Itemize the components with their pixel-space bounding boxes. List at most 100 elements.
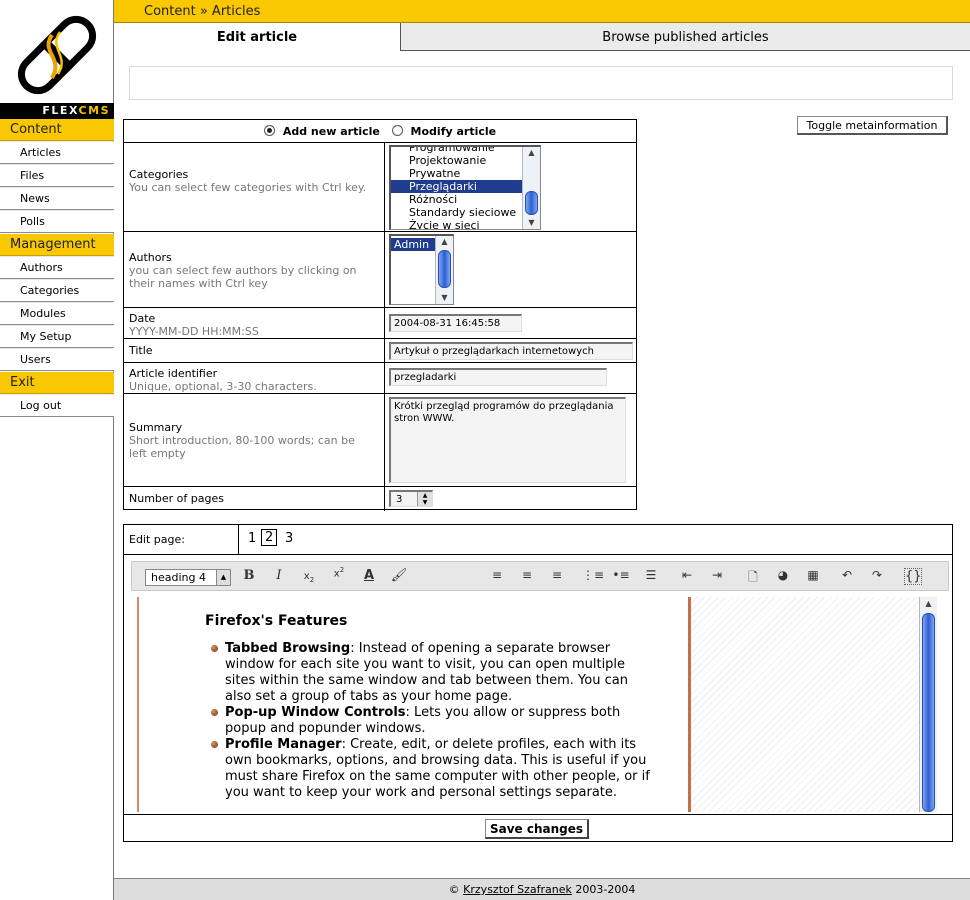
- heading-select[interactable]: heading 4 ▲: [145, 569, 231, 586]
- page-editor: Edit page: 1 2 3 heading 4 ▲ B I x2 x2 A…: [123, 524, 953, 842]
- sidebar-item-my-setup[interactable]: My Setup: [0, 325, 114, 348]
- date-help: YYYY-MM-DD HH:MM:SS: [129, 325, 259, 338]
- scroll-thumb[interactable]: [438, 250, 451, 288]
- sidebar-item-articles[interactable]: Articles: [0, 141, 114, 164]
- scroll-down-icon[interactable]: ▼: [436, 292, 453, 304]
- redo-icon[interactable]: ↷: [868, 568, 886, 582]
- sidebar-item-authors[interactable]: Authors: [0, 256, 114, 279]
- category-option[interactable]: Standardy sieciowe: [391, 206, 523, 219]
- authors-help: you can select few authors by clicking o…: [129, 264, 357, 290]
- scroll-up-icon[interactable]: ▲: [523, 147, 540, 159]
- save-bar: Save changes: [124, 814, 952, 841]
- authors-scrollbar[interactable]: ▲ ▼: [435, 236, 453, 304]
- editor-content-area[interactable]: ▲ Firefox's Features Tabbed Browsing: In…: [135, 597, 949, 812]
- ordered-list-icon[interactable]: ⋮≡: [582, 568, 604, 582]
- pages-stepper[interactable]: 3 ▲ ▼: [389, 490, 433, 507]
- tab-browse-published[interactable]: Browse published articles: [401, 23, 970, 51]
- authors-listbox[interactable]: Admin ▲ ▼: [389, 234, 454, 305]
- editor-margin: [691, 597, 919, 812]
- summary-label: Summary: [129, 421, 183, 434]
- editor-toolbar: heading 4 ▲ B I x2 x2 A 🖌 ≡ ≡ ≡ ⋮≡ •≡ ☰ …: [131, 561, 949, 591]
- identifier-row: Article identifier Unique, optional, 3-3…: [124, 363, 636, 394]
- align-left-icon[interactable]: ≡: [488, 568, 506, 582]
- unordered-list-icon[interactable]: •≡: [612, 568, 630, 582]
- date-input[interactable]: 2004-08-31 16:45:58: [389, 314, 522, 332]
- sidebar-item-users[interactable]: Users: [0, 348, 114, 371]
- scroll-up-icon[interactable]: ▲: [920, 599, 937, 608]
- category-option-selected[interactable]: Przeglądarki: [391, 180, 523, 193]
- summary-row: Summary Short introduction, 80-100 words…: [124, 394, 636, 487]
- sidebar-item-modules[interactable]: Modules: [0, 302, 114, 325]
- modify-label: Modify article: [410, 125, 497, 138]
- category-option[interactable]: Życie w sieci: [391, 219, 523, 229]
- sidebar-item-log-out[interactable]: Log out: [0, 394, 114, 417]
- italic-icon[interactable]: I: [270, 568, 288, 583]
- category-option[interactable]: Projektowanie: [391, 154, 523, 167]
- page-link-1[interactable]: 1: [248, 531, 256, 546]
- categories-listbox[interactable]: Programowanie Projektowanie Prywatne Prz…: [389, 145, 541, 230]
- sidebar-item-polls[interactable]: Polls: [0, 210, 114, 233]
- category-option[interactable]: Prywatne: [391, 167, 523, 180]
- text-color-icon[interactable]: A: [360, 568, 378, 583]
- add-new-radio[interactable]: [264, 125, 275, 136]
- pages-label: Number of pages: [129, 492, 224, 505]
- categories-label: Categories: [129, 168, 189, 181]
- categories-help: You can select few categories with Ctrl …: [129, 181, 367, 194]
- indent-icon[interactable]: ⇥: [708, 568, 726, 582]
- indent-list-icon[interactable]: ☰: [642, 568, 660, 582]
- sidebar: FLEXCMS Content Articles Files News Poll…: [0, 0, 114, 900]
- category-option[interactable]: Programowanie: [391, 147, 523, 154]
- tab-bar: Edit article Browse published articles: [114, 23, 970, 51]
- bold-icon[interactable]: B: [240, 568, 258, 583]
- copyright-years: 2003-2004: [575, 883, 636, 896]
- insert-table-icon[interactable]: ▦: [804, 568, 822, 582]
- summary-textarea[interactable]: Krótki przegląd programów do przeglądani…: [389, 397, 626, 483]
- categories-scrollbar[interactable]: ▲ ▼: [522, 147, 540, 229]
- highlight-color-icon[interactable]: 🖌: [390, 568, 408, 583]
- identifier-label: Article identifier: [129, 367, 218, 380]
- stepper-arrows-icon[interactable]: ▲ ▼: [417, 492, 432, 506]
- logo-capsule-icon: [17, 15, 97, 95]
- sidebar-item-files[interactable]: Files: [0, 164, 114, 187]
- author-option-selected[interactable]: Admin: [391, 238, 437, 251]
- copyright-symbol: ©: [448, 883, 460, 896]
- align-center-icon[interactable]: ≡: [518, 568, 536, 582]
- categories-row: Categories You can select few categories…: [124, 143, 636, 232]
- undo-icon[interactable]: ↶: [838, 568, 856, 582]
- authors-row: Authors you can select few authors by cl…: [124, 232, 636, 308]
- identifier-input[interactable]: przegladarki: [389, 368, 607, 386]
- editor-scrollbar[interactable]: ▲: [919, 597, 937, 812]
- date-row: Date YYYY-MM-DD HH:MM:SS 2004-08-31 16:4…: [124, 308, 636, 339]
- save-changes-button[interactable]: Save changes: [485, 819, 589, 839]
- page-link-2-current[interactable]: 2: [261, 529, 278, 546]
- message-area: [129, 66, 953, 100]
- scroll-thumb[interactable]: [525, 191, 538, 215]
- category-option[interactable]: Różności: [391, 193, 523, 206]
- view-source-icon[interactable]: {}: [904, 568, 922, 585]
- features-list: Tabbed Browsing: Instead of opening a se…: [205, 641, 655, 801]
- modify-radio[interactable]: [391, 125, 403, 136]
- title-input[interactable]: Artykuł o przeglądarkach internetowych: [389, 342, 633, 360]
- insert-link-icon[interactable]: ◕: [774, 568, 792, 582]
- doc-heading: Firefox's Features: [205, 613, 348, 629]
- toggle-metainformation-button[interactable]: Toggle metainformation: [797, 116, 948, 135]
- tab-edit-article[interactable]: Edit article: [114, 23, 401, 51]
- outdent-icon[interactable]: ⇤: [678, 568, 696, 582]
- footer: © Krzysztof Szafranek 2003-2004: [114, 878, 970, 900]
- insert-image-icon[interactable]: 🗋: [744, 568, 762, 589]
- flexcms-logo: FLEXCMS: [0, 0, 114, 119]
- title-label: Title: [129, 344, 153, 357]
- align-right-icon[interactable]: ≡: [548, 568, 566, 582]
- add-new-label: Add new article: [282, 125, 380, 138]
- page-link-3[interactable]: 3: [285, 531, 293, 546]
- edit-page-label: Edit page:: [129, 533, 185, 546]
- scroll-up-icon[interactable]: ▲: [436, 236, 453, 248]
- sidebar-item-categories[interactable]: Categories: [0, 279, 114, 302]
- scroll-down-icon[interactable]: ▼: [523, 217, 540, 229]
- subscript-icon[interactable]: x2: [300, 571, 318, 584]
- author-link[interactable]: Krzysztof Szafranek: [463, 883, 572, 896]
- superscript-icon[interactable]: x2: [330, 566, 348, 579]
- pages-row: Number of pages 3 ▲ ▼: [124, 487, 636, 511]
- scroll-thumb[interactable]: [922, 613, 935, 812]
- sidebar-item-news[interactable]: News: [0, 187, 114, 210]
